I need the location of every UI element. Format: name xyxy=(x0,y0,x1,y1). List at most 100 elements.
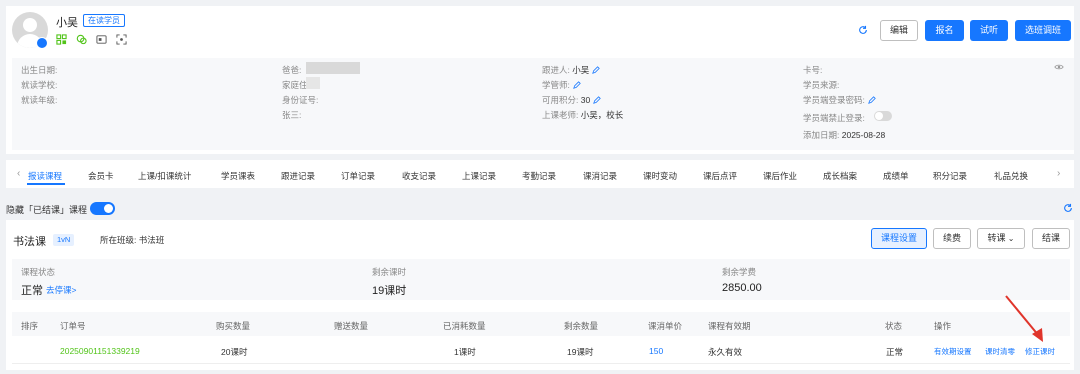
edit-password-icon[interactable] xyxy=(868,96,876,104)
points-row: 可用积分: 30 xyxy=(542,94,601,106)
address-mask xyxy=(306,77,320,89)
tab-follow-records[interactable]: 跟进记录 xyxy=(281,170,315,182)
remaining-qty: 19课时 xyxy=(567,347,594,357)
stop-course-link[interactable]: 去停课> xyxy=(46,284,76,296)
face-scan-icon[interactable] xyxy=(116,34,127,45)
hide-finished-label: 隐藏「已结课」课程 xyxy=(6,205,88,215)
course-name: 书法课 xyxy=(13,236,46,248)
th-sort: 排序 xyxy=(21,321,39,331)
order-number[interactable]: 20250901151339219 xyxy=(60,346,140,356)
school-label: 就读学校: xyxy=(21,80,58,90)
tab-class-stats[interactable]: 上课/扣课统计 xyxy=(138,170,191,182)
course-settings-button[interactable]: 课程设置 xyxy=(871,228,927,249)
course-status-value: 正常 xyxy=(21,285,43,297)
teacher-value: 小吴，校长 xyxy=(580,110,624,120)
birthday-label: 出生日期: xyxy=(21,65,58,75)
annotation-arrow xyxy=(1005,295,1043,342)
tab-homework[interactable]: 课后作业 xyxy=(763,170,797,182)
login-ban-toggle[interactable] xyxy=(874,111,892,121)
student-status-badge: 在读学员 xyxy=(83,14,125,27)
order-table-border xyxy=(12,336,1070,364)
manager-row: 学管师: xyxy=(542,79,581,91)
renew-button[interactable]: 续费 xyxy=(933,228,971,249)
tab-review[interactable]: 课后点评 xyxy=(703,170,737,182)
th-bought: 购买数量 xyxy=(216,321,251,331)
custom-field-label: 张三: xyxy=(282,110,302,120)
tab-enrolled-courses[interactable]: 报读课程 xyxy=(28,170,62,182)
th-gift: 赠送数量 xyxy=(334,321,369,331)
eye-icon[interactable] xyxy=(1054,63,1064,71)
order-table-header xyxy=(12,312,1070,336)
chevron-down-icon: ⌄ xyxy=(1005,234,1015,243)
hide-finished-toggle[interactable] xyxy=(90,202,115,215)
th-remaining: 剩余数量 xyxy=(564,321,599,331)
unit-price[interactable]: 150 xyxy=(649,346,663,356)
validity: 永久有效 xyxy=(708,347,743,357)
father-label: 爸爸: xyxy=(282,65,302,75)
remaining-hours-label: 剩余课时 xyxy=(372,267,407,277)
course-type-badge: 1vN xyxy=(53,234,75,246)
active-tab-indicator xyxy=(27,183,65,185)
points-value: 30 xyxy=(580,95,591,105)
father-phone-mask xyxy=(306,62,360,74)
row-status: 正常 xyxy=(886,347,904,357)
tab-grades[interactable]: 成绩单 xyxy=(883,170,909,182)
tab-schedule[interactable]: 学员课表 xyxy=(221,170,255,182)
avatar-edit-badge[interactable] xyxy=(36,37,48,49)
correct-hours-link[interactable]: 修正课时 xyxy=(1025,346,1055,357)
follower-value: 小吴 xyxy=(572,65,590,75)
edit-points-icon[interactable] xyxy=(593,96,601,104)
transfer-course-button[interactable]: 转课 ⌄ xyxy=(977,228,1025,249)
set-validity-link[interactable]: 有效期设置 xyxy=(934,346,972,357)
th-unit-price: 课消单价 xyxy=(648,321,683,331)
tab-gift-exchange[interactable]: 礼品兑换 xyxy=(994,170,1028,182)
grade-label: 就读年级: xyxy=(21,95,58,105)
tab-growth[interactable]: 成长档案 xyxy=(823,170,857,182)
tabs-prev-icon[interactable]: ‹ xyxy=(17,168,20,179)
tab-consumption[interactable]: 课消记录 xyxy=(583,170,617,182)
clear-hours-link[interactable]: 课时清零 xyxy=(985,346,1015,357)
login-ban-label: 学员端禁止登录: xyxy=(803,113,865,123)
remaining-hours-value: 19课时 xyxy=(372,285,407,297)
tab-order-records[interactable]: 订单记录 xyxy=(341,170,375,182)
tab-payment-records[interactable]: 收支记录 xyxy=(402,170,436,182)
login-password-row: 学员端登录密码: xyxy=(803,94,876,106)
edit-button[interactable]: 编辑 xyxy=(880,20,918,41)
edit-follower-icon[interactable] xyxy=(592,66,601,74)
id-number-label: 身份证号: xyxy=(282,95,319,105)
bought-qty: 20课时 xyxy=(221,347,248,357)
added-date-value: 2025-08-28 xyxy=(841,130,886,140)
wechat-icon[interactable] xyxy=(76,34,87,45)
enroll-button[interactable]: 报名 xyxy=(925,20,964,41)
th-order-no: 订单号 xyxy=(60,321,86,331)
tab-class-records[interactable]: 上课记录 xyxy=(462,170,496,182)
th-status: 状态 xyxy=(885,321,903,331)
id-card-icon[interactable] xyxy=(96,34,107,45)
source-label: 学员来源: xyxy=(803,80,840,90)
remaining-tuition-value: 2850.00 xyxy=(722,282,762,294)
tab-member-card[interactable]: 会员卡 xyxy=(88,170,114,182)
tab-attendance[interactable]: 考勤记录 xyxy=(522,170,556,182)
th-validity: 课程有效期 xyxy=(708,321,751,331)
th-actions: 操作 xyxy=(934,321,952,331)
teacher-row: 上课老师: 小吴，校长 xyxy=(542,110,624,120)
trial-button[interactable]: 试听 xyxy=(970,20,1008,41)
card-label: 卡号: xyxy=(803,65,823,75)
follower-row: 跟进人: 小吴 xyxy=(542,64,601,76)
added-date-row: 添加日期: 2025-08-28 xyxy=(803,130,886,140)
consumed-qty: 1课时 xyxy=(454,347,476,357)
course-status-label: 课程状态 xyxy=(21,267,56,277)
refresh-icon[interactable] xyxy=(858,25,868,35)
qr-icon[interactable] xyxy=(56,34,67,45)
edit-manager-icon[interactable] xyxy=(573,81,581,89)
tabs-next-icon[interactable]: › xyxy=(1057,168,1060,179)
th-consumed: 已消耗数量 xyxy=(443,321,486,331)
class-name: 所在班级: 书法班 xyxy=(100,235,165,245)
student-name: 小吴 xyxy=(56,17,78,29)
remaining-tuition-label: 剩余学费 xyxy=(722,267,757,277)
tab-hours-change[interactable]: 课时变动 xyxy=(643,170,677,182)
refresh-courses-icon[interactable] xyxy=(1063,203,1073,213)
transfer-class-button[interactable]: 选班调班 xyxy=(1015,20,1071,41)
tab-points[interactable]: 积分记录 xyxy=(933,170,967,182)
finish-course-button[interactable]: 结课 xyxy=(1032,228,1070,249)
